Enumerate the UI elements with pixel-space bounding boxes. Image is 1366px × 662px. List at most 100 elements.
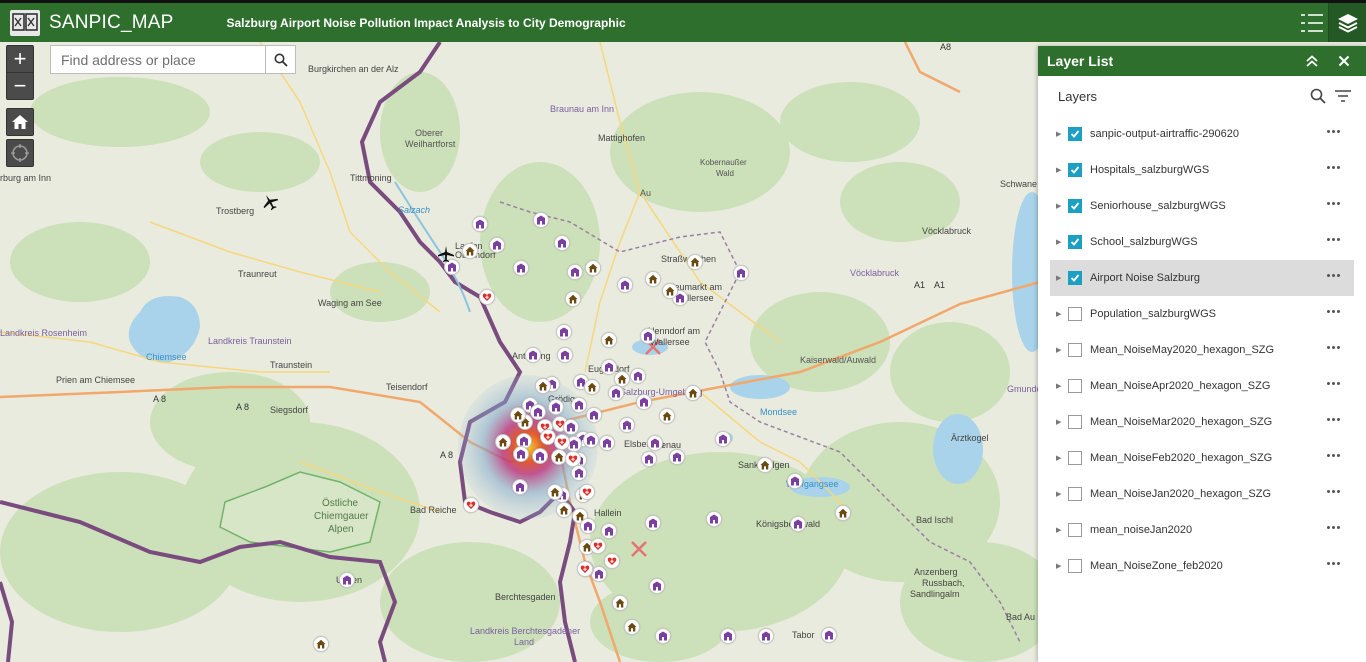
hospital-marker[interactable] (579, 484, 595, 500)
layer-checkbox[interactable] (1068, 379, 1082, 393)
school-marker[interactable] (583, 432, 599, 448)
seniorhouse-marker[interactable] (313, 636, 329, 652)
zoom-out-button[interactable]: − (6, 72, 34, 100)
aircraft-marker[interactable] (437, 245, 455, 263)
seniorhouse-marker[interactable] (584, 379, 600, 395)
layer-options-menu[interactable] (1327, 454, 1340, 457)
layer-row[interactable]: ▶ Seniorhouse_salzburgWGS (1050, 188, 1354, 224)
school-marker[interactable] (567, 264, 583, 280)
school-marker[interactable] (556, 324, 572, 340)
school-marker[interactable] (586, 407, 602, 423)
school-marker[interactable] (339, 572, 355, 588)
layer-row[interactable]: ▶ Hospitals_salzburgWGS (1050, 152, 1354, 188)
layer-checkbox[interactable] (1068, 523, 1082, 537)
layer-options-menu[interactable] (1327, 562, 1340, 565)
school-marker[interactable] (489, 237, 505, 253)
school-marker[interactable] (530, 404, 546, 420)
layers-button[interactable] (1328, 3, 1366, 42)
home-button[interactable] (6, 108, 34, 136)
layer-row[interactable]: ▶ Mean_NoiseZone_feb2020 (1050, 548, 1354, 584)
layer-options-menu[interactable] (1327, 274, 1340, 277)
layer-options-menu[interactable] (1327, 166, 1340, 169)
seniorhouse-marker[interactable] (659, 408, 675, 424)
hospital-marker[interactable] (554, 434, 570, 450)
collapse-icon[interactable] (1304, 53, 1320, 69)
school-marker[interactable] (655, 628, 671, 644)
school-marker[interactable] (513, 446, 529, 462)
seniorhouse-marker[interactable] (757, 457, 773, 473)
expand-arrow-icon[interactable]: ▶ (1056, 382, 1064, 390)
expand-arrow-icon[interactable]: ▶ (1056, 274, 1064, 282)
filter-icon[interactable] (1334, 88, 1352, 104)
school-marker[interactable] (787, 473, 803, 489)
layer-row[interactable]: ▶ Mean_NoiseFeb2020_hexagon_SZG (1050, 440, 1354, 476)
school-marker[interactable] (533, 212, 549, 228)
expand-arrow-icon[interactable]: ▶ (1056, 130, 1064, 138)
school-marker[interactable] (472, 216, 488, 232)
school-marker[interactable] (790, 516, 806, 532)
list-view-button[interactable] (1298, 9, 1326, 37)
layer-options-menu[interactable] (1327, 418, 1340, 421)
school-marker[interactable] (548, 399, 564, 415)
expand-arrow-icon[interactable]: ▶ (1056, 166, 1064, 174)
layer-options-menu[interactable] (1327, 382, 1340, 385)
school-marker[interactable] (608, 385, 624, 401)
layer-row[interactable]: ▶ Mean_NoiseApr2020_hexagon_SZG (1050, 368, 1354, 404)
layer-row[interactable]: ▶ sanpic-output-airtraffic-290620 (1050, 116, 1354, 152)
hospital-marker[interactable] (577, 561, 593, 577)
search-button[interactable] (265, 46, 295, 73)
hospital-marker[interactable] (590, 538, 606, 554)
expand-arrow-icon[interactable]: ▶ (1056, 346, 1064, 354)
search-input[interactable] (51, 46, 265, 73)
layer-row[interactable]: ▶ mean_noiseJan2020 (1050, 512, 1354, 548)
layer-row[interactable]: ▶ Mean_NoiseJan2020_hexagon_SZG (1050, 476, 1354, 512)
seniorhouse-marker[interactable] (612, 595, 628, 611)
expand-arrow-icon[interactable]: ▶ (1056, 310, 1064, 318)
hospital-marker[interactable] (604, 553, 620, 569)
school-marker[interactable] (636, 394, 652, 410)
school-marker[interactable] (557, 347, 573, 363)
seniorhouse-marker[interactable] (585, 260, 601, 276)
seniorhouse-marker[interactable] (835, 505, 851, 521)
layer-row[interactable]: ▶ Population_salzburgWGS (1050, 296, 1354, 332)
school-marker[interactable] (649, 578, 665, 594)
school-marker[interactable] (512, 479, 528, 495)
school-marker[interactable] (640, 328, 656, 344)
layer-checkbox[interactable] (1068, 127, 1082, 141)
layer-checkbox[interactable] (1068, 487, 1082, 501)
school-marker[interactable] (513, 260, 529, 276)
school-marker[interactable] (758, 628, 774, 644)
seniorhouse-marker[interactable] (624, 619, 640, 635)
layer-checkbox[interactable] (1068, 199, 1082, 213)
school-marker[interactable] (720, 628, 736, 644)
hospital-marker[interactable] (479, 289, 495, 305)
search-icon[interactable] (1310, 88, 1326, 104)
layer-checkbox[interactable] (1068, 451, 1082, 465)
seniorhouse-marker[interactable] (495, 434, 511, 450)
close-icon[interactable] (1336, 53, 1352, 69)
school-marker[interactable] (647, 435, 663, 451)
expand-arrow-icon[interactable]: ▶ (1056, 238, 1064, 246)
expand-arrow-icon[interactable]: ▶ (1056, 562, 1064, 570)
layer-options-menu[interactable] (1327, 238, 1340, 241)
school-marker[interactable] (571, 397, 587, 413)
layer-row[interactable]: ▶ Airport Noise Salzburg (1050, 260, 1354, 296)
school-marker[interactable] (630, 368, 646, 384)
school-marker[interactable] (641, 451, 657, 467)
school-marker[interactable] (619, 417, 635, 433)
expand-arrow-icon[interactable]: ▶ (1056, 454, 1064, 462)
expand-arrow-icon[interactable]: ▶ (1056, 490, 1064, 498)
layer-checkbox[interactable] (1068, 163, 1082, 177)
zoom-in-button[interactable]: + (6, 45, 34, 73)
school-marker[interactable] (580, 518, 596, 534)
layer-options-menu[interactable] (1327, 490, 1340, 493)
seniorhouse-marker[interactable] (535, 378, 551, 394)
seniorhouse-marker[interactable] (662, 283, 678, 299)
layer-checkbox[interactable] (1068, 235, 1082, 249)
hospital-marker[interactable] (463, 497, 479, 513)
school-marker[interactable] (601, 359, 617, 375)
school-marker[interactable] (706, 511, 722, 527)
school-marker[interactable] (525, 347, 541, 363)
expand-arrow-icon[interactable]: ▶ (1056, 202, 1064, 210)
layer-checkbox[interactable] (1068, 343, 1082, 357)
